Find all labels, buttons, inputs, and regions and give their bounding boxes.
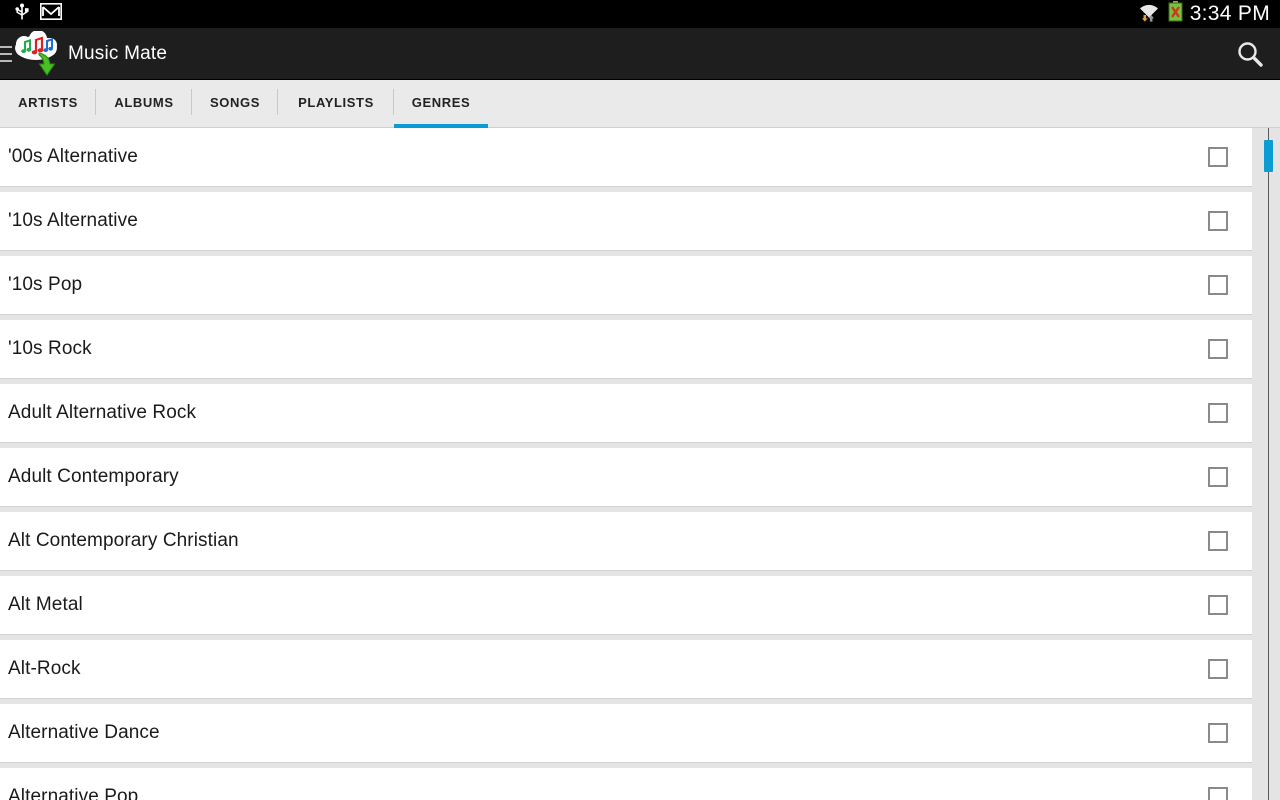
genre-label: Adult Contemporary [8, 466, 179, 487]
genre-checkbox[interactable] [1208, 147, 1228, 167]
status-bar-right-icons: 3:34 PM [1137, 1, 1280, 27]
app-title: Music Mate [68, 42, 168, 64]
genre-label: Alternative Pop [8, 786, 139, 800]
genre-row[interactable]: '00s Alternative [0, 128, 1252, 186]
tab-playlists[interactable]: PLAYLISTS [278, 80, 394, 128]
genre-checkbox[interactable] [1208, 211, 1228, 231]
tab-albums[interactable]: ALBUMS [96, 80, 192, 128]
tab-genres[interactable]: GENRES [394, 80, 488, 128]
genre-checkbox[interactable] [1208, 723, 1228, 743]
tab-label: GENRES [411, 94, 471, 110]
tab-label: ALBUMS [114, 94, 174, 110]
genre-checkbox[interactable] [1208, 275, 1228, 295]
scrollbar-track[interactable] [1268, 128, 1269, 800]
genre-row[interactable]: '10s Pop [0, 256, 1252, 314]
genre-label: Alt Metal [8, 594, 83, 615]
genre-row[interactable]: Alt-Rock [0, 640, 1252, 698]
genre-row[interactable]: Adult Alternative Rock [0, 384, 1252, 442]
genre-row[interactable]: Alternative Pop [0, 768, 1252, 800]
tab-label: PLAYLISTS [298, 94, 374, 110]
genre-row[interactable]: Alt Metal [0, 576, 1252, 634]
action-bar: Music Mate [0, 28, 1280, 80]
genre-row[interactable]: '10s Rock [0, 320, 1252, 378]
tab-label: ARTISTS [18, 94, 78, 110]
genre-label: Alternative Dance [8, 722, 160, 743]
genre-checkbox[interactable] [1208, 339, 1228, 359]
genre-row[interactable]: '10s Alternative [0, 192, 1252, 250]
search-icon[interactable] [1220, 28, 1280, 80]
genre-label: Adult Alternative Rock [8, 402, 197, 423]
genre-checkbox[interactable] [1208, 467, 1228, 487]
genre-label: '10s Alternative [8, 210, 138, 231]
genre-label: '10s Pop [8, 274, 83, 295]
battery-icon [1168, 1, 1183, 27]
genre-label: '00s Alternative [8, 146, 138, 167]
genre-label: Alt Contemporary Christian [8, 530, 239, 551]
genre-row[interactable]: Alt Contemporary Christian [0, 512, 1252, 570]
status-bar-left-icons [0, 3, 62, 26]
genre-checkbox[interactable] [1208, 595, 1228, 615]
status-bar: 3:34 PM [0, 0, 1280, 28]
scrollbar-thumb[interactable] [1264, 140, 1273, 172]
genre-row[interactable]: Adult Contemporary [0, 448, 1252, 506]
wifi-icon [1137, 2, 1161, 27]
status-bar-clock: 3:34 PM [1189, 2, 1270, 25]
genre-checkbox[interactable] [1208, 659, 1228, 679]
genre-row[interactable]: Alternative Dance [0, 704, 1252, 762]
genre-list[interactable]: '00s Alternative '10s Alternative '10s Pop… [0, 128, 1280, 800]
genre-checkbox[interactable] [1208, 787, 1228, 800]
genre-label: Alt-Rock [8, 658, 81, 679]
tab-bar: ARTISTS ALBUMS SONGS PLAYLISTS GENRES [0, 80, 1280, 128]
usb-icon [14, 3, 30, 26]
music-cloud-download-logo [12, 30, 62, 77]
email-icon [40, 3, 62, 25]
tab-label: SONGS [210, 94, 260, 110]
genre-checkbox[interactable] [1208, 531, 1228, 551]
tab-songs[interactable]: SONGS [192, 80, 278, 128]
tab-artists[interactable]: ARTISTS [0, 80, 96, 128]
genre-checkbox[interactable] [1208, 403, 1228, 423]
genre-label: '10s Rock [8, 338, 92, 359]
